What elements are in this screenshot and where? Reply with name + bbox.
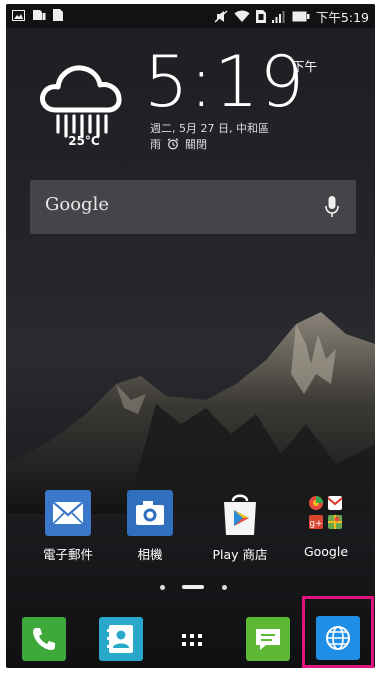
page-dot (160, 585, 165, 590)
file-icon (53, 9, 63, 21)
page-dot-active (182, 585, 204, 589)
app-play-store[interactable]: Play 商店 (200, 490, 280, 563)
app-drawer-icon (182, 634, 202, 646)
app-label: 電子郵件 (42, 547, 93, 562)
weather-description: 雨 (150, 138, 161, 151)
camera-icon (127, 490, 173, 536)
wallpaper-mountain (6, 312, 375, 514)
clock-date: 週二, 5月 27 日, 中和區 (150, 122, 269, 135)
svg-text:g+: g+ (309, 519, 322, 529)
app-label: Play 商店 (212, 547, 268, 562)
app-drawer-button[interactable] (170, 617, 214, 661)
app-google-folder[interactable]: g+ Google (286, 490, 366, 559)
contacts-icon (107, 625, 133, 653)
app-camera[interactable]: 相機 (110, 490, 190, 563)
microphone-icon[interactable] (324, 195, 340, 219)
status-bar: 下午5:19 (6, 4, 375, 28)
page-indicator (160, 583, 234, 591)
page-dot (222, 585, 227, 590)
highlight-box (302, 596, 374, 668)
home-screen: 下午5:19 25°C 5:19 下午 週二, 5月 27 日, 中和區 雨 關… (6, 4, 375, 668)
app-label: Google (303, 544, 349, 559)
clock-ampm: 下午 (292, 59, 318, 74)
alarm-clock-icon (167, 138, 179, 150)
messaging-icon (256, 629, 280, 650)
alarm-status: 關閉 (185, 138, 207, 151)
google-search-bar[interactable]: Google (30, 180, 356, 234)
google-folder-icon: g+ (303, 490, 349, 536)
clock-time[interactable]: 5:19 (144, 42, 305, 122)
search-label: Google (45, 194, 109, 215)
weather-summary: 雨 關閉 (150, 136, 207, 152)
phone-icon (33, 628, 55, 650)
play-store-icon (217, 490, 263, 536)
image-icon (12, 9, 25, 21)
email-icon (45, 490, 91, 536)
contacts-app[interactable] (99, 617, 143, 661)
battery-icon (292, 11, 310, 22)
app-email[interactable]: 電子郵件 (28, 490, 108, 563)
mute-icon (214, 10, 228, 23)
signal-icon (271, 10, 285, 23)
phone-app[interactable] (22, 617, 66, 661)
wifi-icon (234, 10, 250, 22)
temperature: 25°C (68, 134, 100, 148)
sd-card-icon (33, 10, 46, 20)
sim-icon (255, 10, 266, 23)
app-label: 相機 (137, 547, 163, 562)
status-time: 下午5:19 (315, 10, 369, 25)
messaging-app[interactable] (246, 617, 290, 661)
